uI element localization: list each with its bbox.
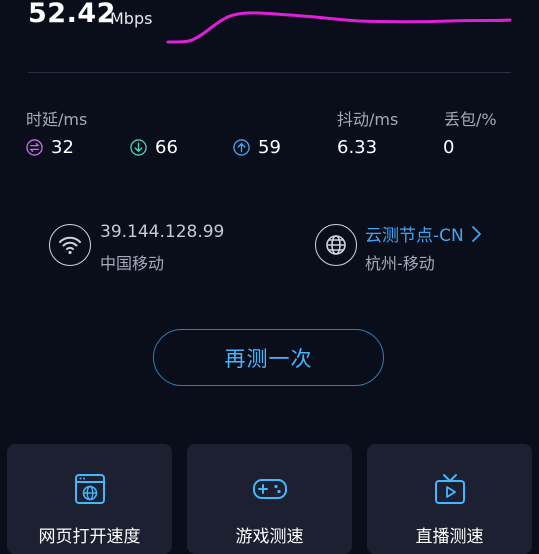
- globe-icon: [315, 224, 357, 266]
- card-live-speed[interactable]: 直播测速: [367, 444, 532, 554]
- speed-graph: [166, 11, 512, 44]
- loss-label: 丢包/%: [444, 110, 497, 129]
- idle-ping-icon: [26, 139, 43, 156]
- card-title: 直播测速: [415, 527, 484, 547]
- retest-button[interactable]: 再测一次: [153, 329, 384, 386]
- download-ping-value: 66: [155, 137, 178, 158]
- browser-globe-icon: [74, 474, 105, 504]
- loss-value: 0: [443, 137, 455, 158]
- server-selector[interactable]: 云测节点-CN: [365, 221, 482, 246]
- speed-graph-line: [166, 11, 512, 44]
- ip-address: 39.144.128.99: [100, 222, 225, 242]
- download-ping-icon: [130, 139, 147, 156]
- tv-play-icon: [434, 474, 465, 504]
- jitter-label: 抖动/ms: [337, 110, 399, 129]
- server-name: 云测节点-CN: [365, 226, 464, 246]
- speed-value: 52.42: [28, 0, 116, 29]
- card-game-speed[interactable]: 游戏测速: [187, 444, 352, 554]
- idle-ping-value: 32: [51, 137, 74, 158]
- latency-label: 时延/ms: [26, 110, 88, 129]
- speed-unit: Mbps: [110, 9, 153, 28]
- jitter-value: 6.33: [337, 137, 378, 158]
- card-title: 游戏测速: [235, 527, 304, 547]
- isp-name: 中国移动: [100, 254, 165, 273]
- wifi-icon: [49, 224, 91, 266]
- upload-ping-icon: [233, 139, 250, 156]
- gamepad-icon: [252, 479, 287, 499]
- card-webpage-speed[interactable]: 网页打开速度: [7, 444, 172, 554]
- server-location: 杭州-移动: [365, 254, 435, 273]
- divider: [28, 72, 511, 73]
- upload-ping-value: 59: [258, 137, 281, 158]
- chevron-right-icon: [471, 225, 481, 242]
- card-title: 网页打开速度: [38, 527, 141, 547]
